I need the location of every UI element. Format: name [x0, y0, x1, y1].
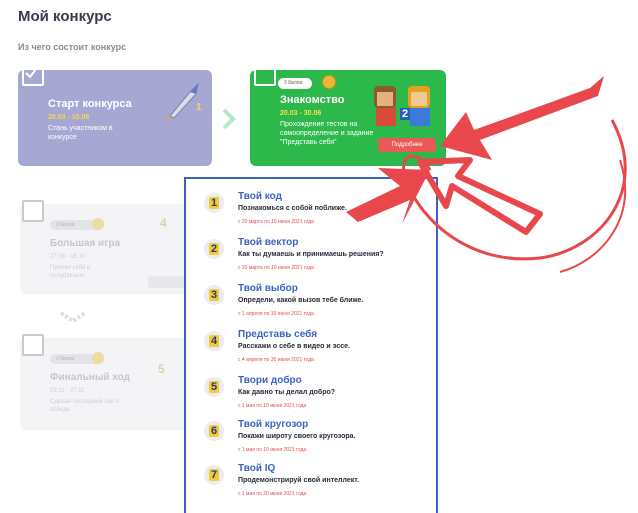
- annotation-arrows: [346, 76, 627, 273]
- annotation-arrow-lower: [417, 157, 543, 235]
- annotation-swirl: [559, 159, 627, 273]
- annotation-arrow-main: [346, 168, 430, 224]
- annotation-arrow-upper: [440, 76, 604, 160]
